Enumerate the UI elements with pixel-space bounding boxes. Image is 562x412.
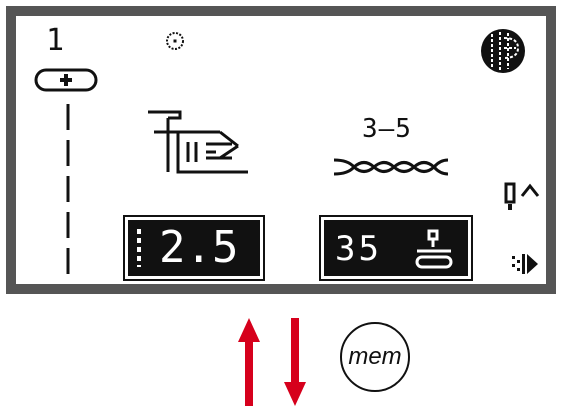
circle-dot-icon — [166, 32, 184, 50]
presser-foot-icon — [148, 110, 248, 174]
plus-pill-icon — [34, 68, 98, 92]
stitch-number: 1 — [46, 23, 65, 58]
stitch-pattern-icon — [333, 158, 449, 176]
mem-label: mem — [348, 343, 402, 370]
globe-icon — [481, 29, 525, 73]
stitch-length-display: 35 — [319, 215, 473, 281]
reverse-icon — [415, 229, 453, 269]
lcd-panel: 1 3–5 2.5 35 — [6, 6, 556, 294]
stitch-width-value: 2.5 — [159, 222, 239, 273]
bobbin-rail-indicator — [66, 104, 70, 284]
mem-button[interactable]: mem — [340, 322, 410, 392]
needle-stop-icon — [504, 182, 540, 210]
lcd-screen: 1 3–5 2.5 35 — [16, 16, 546, 284]
arrow-down-icon[interactable] — [284, 318, 306, 406]
stitch-width-display: 2.5 — [123, 215, 265, 281]
stitch-length-value: 35 — [335, 229, 382, 269]
pattern-range: 3–5 — [362, 114, 412, 144]
speed-icon — [512, 254, 538, 274]
arrow-up-icon[interactable] — [238, 318, 260, 406]
width-position-marker — [137, 229, 141, 267]
